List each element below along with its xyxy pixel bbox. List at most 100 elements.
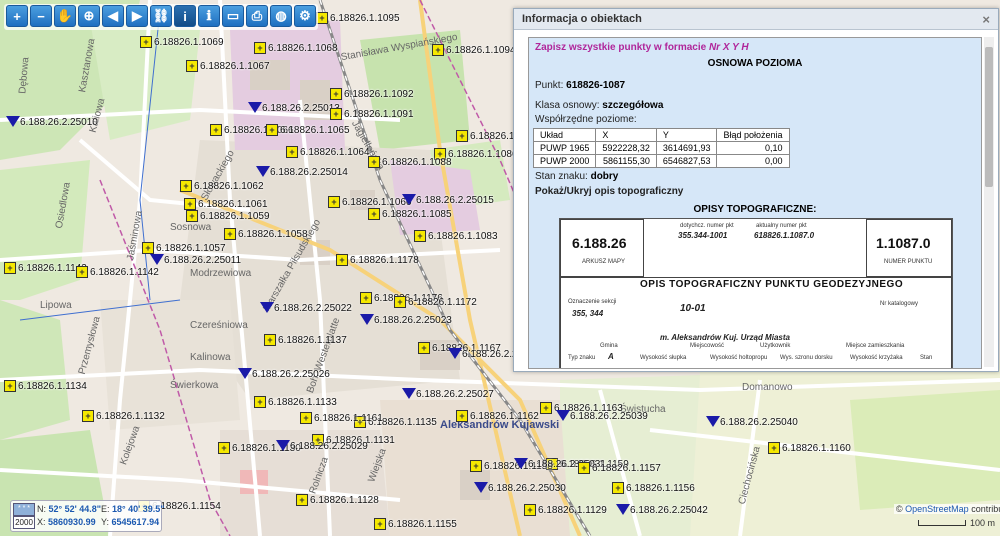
point-label: 6.18826.1.1160 [782,443,851,454]
point-label: 6.18826.1.1061 [198,199,268,210]
boundary-point-icon[interactable]: + [418,342,430,354]
boundary-point-icon[interactable]: + [218,442,230,454]
boundary-point-icon[interactable]: + [224,228,236,240]
prev-number-label: dotychcz. numer pkt [680,223,734,229]
boundary-point-icon[interactable]: + [186,60,198,72]
back-arrow-icon[interactable]: ◀ [102,5,124,27]
scale-value[interactable]: 2000 [13,516,35,529]
control-point-icon[interactable] [556,410,570,421]
doc-row-label: Miejsce zamieszkania [846,343,905,349]
forward-arrow-icon[interactable]: ▶ [126,5,148,27]
control-point-icon[interactable] [256,166,270,177]
boundary-point-icon[interactable]: + [330,108,342,120]
control-point-icon[interactable] [360,314,374,325]
point-label: 6.188.26.2.25026 [252,369,330,380]
control-point-icon[interactable] [238,368,252,379]
control-point-icon[interactable] [6,116,20,127]
point-label: 6.188.26.2.25039 [570,411,648,422]
boundary-point-icon[interactable]: + [394,296,406,308]
boundary-point-icon[interactable]: + [210,124,222,136]
control-point-icon[interactable] [402,388,416,399]
point-label: 6.18826.1.1059 [200,211,270,222]
zoom-out-icon[interactable]: − [30,5,52,27]
save-points-link[interactable]: Zapisz wszystkie punkty w formacie Nr X … [535,42,749,53]
table-cell: 6546827,53 [655,154,718,168]
boundary-point-icon[interactable]: + [254,396,266,408]
panel-content: Zapisz wszystkie punkty w formacie Nr X … [528,37,982,369]
scale-button[interactable]: * * * [13,503,35,516]
control-point-icon[interactable] [276,440,290,451]
panel-header[interactable]: Informacja o obiektach × [514,9,998,30]
measure-icon[interactable]: ▭ [222,5,244,27]
control-point-icon[interactable] [248,102,262,113]
y-label: Y: [101,517,110,527]
save-link-format: Nr X Y H [708,42,749,53]
boundary-point-icon[interactable]: + [140,36,152,48]
boundary-point-icon[interactable]: + [4,380,16,392]
osm-link[interactable]: OpenStreetMap [905,504,969,514]
globe-icon[interactable]: ◍ [270,5,292,27]
boundary-point-icon[interactable]: + [456,130,468,142]
boundary-point-icon[interactable]: + [184,198,196,210]
point-label: 6.188.26.2.25010 [20,117,98,128]
boundary-point-icon[interactable]: + [142,242,154,254]
boundary-point-icon[interactable]: + [368,208,380,220]
object-info-icon[interactable]: ℹ [198,5,220,27]
boundary-point-icon[interactable]: + [578,462,590,474]
control-point-icon[interactable] [150,254,164,265]
boundary-point-icon[interactable]: + [82,410,94,422]
boundary-point-icon[interactable]: + [186,210,198,222]
boundary-point-icon[interactable]: + [374,518,386,530]
point-row: Punkt: 618826-1087 [535,80,625,91]
boundary-point-icon[interactable]: + [328,196,340,208]
boundary-point-icon[interactable]: + [76,266,88,278]
scrollbar-thumb[interactable] [985,47,993,187]
point-label: 6.18826.1.1086 [448,149,518,160]
pan-hand-icon[interactable]: ✋ [54,5,76,27]
print-icon[interactable]: ⎙ [246,5,268,27]
info-icon[interactable]: i [174,5,196,27]
boundary-point-icon[interactable]: + [266,124,278,136]
panel-scrollbar[interactable] [984,37,994,367]
point-label: 6.18826.1.1092 [344,89,414,100]
settings-icon[interactable]: ⚙ [294,5,316,27]
boundary-point-icon[interactable]: + [254,42,266,54]
point-label: 6.188.26.2.25040 [720,417,798,428]
control-point-icon[interactable] [260,302,274,313]
boundary-point-icon[interactable]: + [456,410,468,422]
boundary-point-icon[interactable]: + [368,156,380,168]
control-point-icon[interactable] [474,482,488,493]
boundary-point-icon[interactable]: + [300,412,312,424]
e-value: 18° 40' 39.5" [112,504,165,514]
boundary-point-icon[interactable]: + [768,442,780,454]
control-point-icon[interactable] [402,194,416,205]
zoom-box-icon[interactable]: ⊕ [78,5,100,27]
boundary-point-icon[interactable]: + [432,44,444,56]
boundary-point-icon[interactable]: + [296,494,308,506]
link-icon[interactable]: ⛓ [150,5,172,27]
point-label: 6.18826.1.1128 [310,495,379,506]
boundary-point-icon[interactable]: + [180,180,192,192]
boundary-point-icon[interactable]: + [286,146,298,158]
control-point-icon[interactable] [448,348,462,359]
point-label: 6.188.26.2.25030 [488,483,566,494]
zoom-in-icon[interactable]: + [6,5,28,27]
control-point-icon[interactable] [514,458,528,469]
boundary-point-icon[interactable]: + [330,88,342,100]
boundary-point-icon[interactable]: + [540,402,552,414]
boundary-point-icon[interactable]: + [612,482,624,494]
boundary-point-icon[interactable]: + [4,262,16,274]
boundary-point-icon[interactable]: + [524,504,536,516]
boundary-point-icon[interactable]: + [264,334,276,346]
toggle-description-link[interactable]: Pokaż/Ukryj opis topograficzny [535,186,683,197]
boundary-point-icon[interactable]: + [414,230,426,242]
boundary-point-icon[interactable]: + [360,292,372,304]
control-point-icon[interactable] [706,416,720,427]
boundary-point-icon[interactable]: + [470,460,482,472]
class-value: szczegółowa [602,100,664,111]
point-label: 6.18826.1.1083 [428,231,498,242]
boundary-point-icon[interactable]: + [336,254,348,266]
control-point-icon[interactable] [616,504,630,515]
point-label: 6.18826.1.1162 [470,411,539,422]
close-icon[interactable]: × [982,12,990,27]
